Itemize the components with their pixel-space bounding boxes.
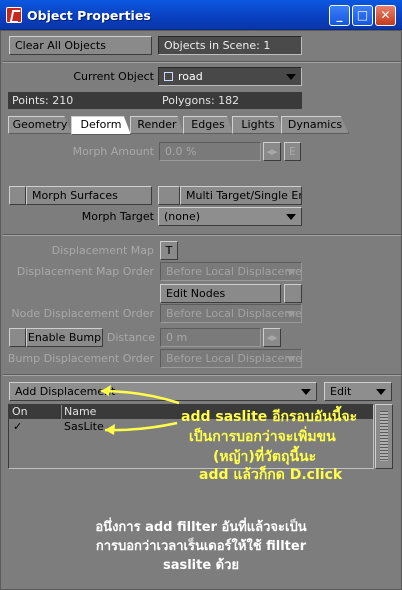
left-right-arrows-icon: ◂▸ — [266, 145, 278, 158]
distance-envelope-button[interactable]: ◂▸ — [263, 328, 281, 347]
property-tabs: Geometry Deform Render Edges Lights Dyna… — [8, 116, 396, 136]
maximize-button[interactable]: □ — [352, 5, 373, 26]
edit-label: Edit — [330, 385, 352, 398]
points-count: Points: 210 — [12, 94, 74, 107]
tab-geometry[interactable]: Geometry — [8, 116, 72, 134]
chevron-down-icon — [286, 356, 296, 362]
distance-input[interactable]: 0 m — [160, 328, 261, 347]
edit-nodes-button[interactable]: Edit Nodes — [160, 284, 281, 303]
annotation-line-4: add แล้วก็กด D.click — [199, 467, 343, 483]
bump-displacement-order-dropdown[interactable]: Before Local Displaceme... — [160, 349, 302, 368]
column-on: On — [12, 405, 28, 418]
multi-target-button[interactable]: Multi Target/Single Env — [180, 186, 302, 205]
chevron-down-icon — [301, 389, 311, 395]
morph-target-value: (none) — [164, 210, 201, 223]
multi-target-checkbox[interactable] — [158, 186, 180, 205]
object-properties-panel: Clear All Objects Objects in Scene: 1 Cu… — [0, 30, 402, 590]
bump-displacement-order-label: Bump Displacement Order — [7, 352, 154, 365]
morph-target-label: Morph Target — [81, 210, 154, 223]
enable-bump-button[interactable]: Enable Bump — [26, 328, 103, 347]
morph-amount-label: Morph Amount — [72, 145, 154, 158]
annotation-line-1: add saslite อีกรอบอันนี้จะ — [181, 409, 358, 425]
edit-dropdown[interactable]: Edit — [324, 382, 392, 401]
tab-lights[interactable]: Lights — [232, 116, 284, 134]
tab-dynamics[interactable]: Dynamics — [281, 116, 349, 134]
objects-in-scene-display: Objects in Scene: 1 — [158, 36, 302, 55]
title-bar: Object Properties _ □ ✕ — [0, 0, 402, 30]
tab-render[interactable]: Render — [130, 116, 184, 134]
add-displacement-dropdown[interactable]: Add Displacement — [9, 382, 317, 401]
bump-displacement-order-value: Before Local Displaceme... — [166, 352, 302, 365]
displacement-map-order-dropdown[interactable]: Before Local Displaceme... — [160, 262, 302, 281]
node-displacement-order-label: Node Displacement Order — [11, 307, 154, 320]
minimize-button[interactable]: _ — [329, 5, 350, 26]
list-scrollbar[interactable] — [375, 404, 393, 469]
envelope-e-button[interactable]: E — [284, 142, 301, 161]
morph-surfaces-checkbox[interactable] — [9, 186, 26, 205]
node-displacement-order-value: Before Local Displaceme... — [166, 307, 302, 320]
annotation-line-3: (หญ้า)ที่วัตถุนี้นะ — [213, 449, 317, 465]
note-line-2: การบอกว่าเวลาเร็นเดอร์ให้ใช้ fillter — [95, 539, 307, 554]
tab-deform[interactable]: Deform — [71, 116, 131, 135]
chevron-down-icon — [286, 311, 296, 317]
check-icon[interactable]: ✓ — [13, 420, 22, 434]
texture-t-button[interactable]: T — [160, 241, 178, 260]
current-object-value: road — [178, 70, 203, 83]
note-line-3: saslite ด้วย — [162, 558, 240, 573]
edit-nodes-toggle[interactable] — [284, 284, 302, 303]
node-displacement-order-dropdown[interactable]: Before Local Displaceme... — [160, 304, 302, 323]
chevron-down-icon — [286, 74, 296, 80]
enable-bump-checkbox[interactable] — [9, 328, 26, 347]
morph-amount-input[interactable]: 0.0 % — [159, 142, 261, 161]
window-title: Object Properties — [27, 8, 151, 23]
clear-all-objects-button[interactable]: Clear All Objects — [9, 36, 152, 55]
morph-target-dropdown[interactable]: (none) — [158, 207, 302, 226]
chevron-down-icon — [286, 269, 296, 275]
displacement-map-order-label: Displacement Map Order — [16, 265, 154, 278]
left-right-arrows-icon: ◂▸ — [266, 331, 278, 344]
current-object-label: Current Object — [73, 70, 154, 83]
object-icon — [164, 72, 173, 81]
tab-edges[interactable]: Edges — [183, 116, 233, 134]
object-stats: Points: 210 Polygons: 182 — [8, 92, 302, 109]
displacement-map-order-value: Before Local Displaceme... — [166, 265, 302, 278]
chevron-down-icon — [286, 214, 296, 220]
divider — [3, 234, 401, 236]
annotation-line-2: เป็นการบอกว่าจะเพิ่มขน — [189, 429, 336, 445]
current-object-dropdown[interactable]: road — [158, 67, 302, 86]
distance-label: Distance — [106, 331, 155, 344]
scroll-thumb-grip — [380, 411, 388, 461]
morph-surfaces-button[interactable]: Morph Surfaces — [26, 186, 152, 205]
column-name: Name — [64, 405, 97, 418]
lightwave-app-icon — [6, 7, 22, 23]
polygons-count: Polygons: 182 — [162, 94, 240, 107]
saslite-name: SasLite — [64, 420, 104, 433]
envelope-toggle-button[interactable]: ◂▸ — [263, 142, 281, 161]
displacement-map-label: Displacement Map — [51, 244, 154, 257]
add-displacement-label: Add Displacement — [15, 385, 116, 398]
divider — [3, 374, 401, 376]
column-divider — [61, 405, 62, 419]
divider — [3, 61, 401, 63]
note-line-1: อนึ่งการ add fillter อันที่แล้วจะเป็น — [95, 520, 307, 535]
close-button[interactable]: ✕ — [375, 5, 396, 26]
chevron-down-icon — [376, 389, 386, 395]
